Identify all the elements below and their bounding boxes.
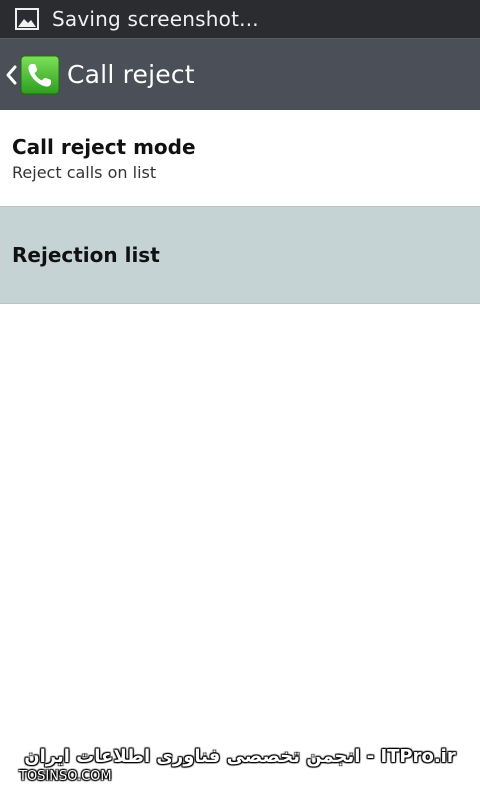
watermark-text: ITPro.ir - انجمن تخصصی فناوری اطلاعات ای… — [24, 746, 456, 767]
watermark-subtext: TOSINSO.COM — [19, 769, 112, 784]
status-bar: Saving screenshot... — [0, 0, 480, 38]
list-item-title: Rejection list — [12, 243, 160, 267]
settings-list: Call reject mode Reject calls on list Re… — [0, 110, 480, 304]
rejection-list-item[interactable]: Rejection list — [0, 207, 480, 304]
back-button[interactable] — [0, 39, 60, 111]
list-item-title: Call reject mode — [12, 134, 196, 159]
page-title: Call reject — [67, 60, 195, 89]
action-bar: Call reject — [0, 38, 480, 110]
call-reject-mode-item[interactable]: Call reject mode Reject calls on list — [0, 110, 480, 207]
chevron-left-icon — [6, 65, 17, 84]
status-text: Saving screenshot... — [52, 7, 259, 31]
phone-icon — [20, 55, 60, 94]
screen: Saving screenshot... Call reject Call re — [0, 0, 480, 800]
image-icon — [15, 8, 39, 30]
list-item-summary: Reject calls on list — [12, 162, 157, 182]
